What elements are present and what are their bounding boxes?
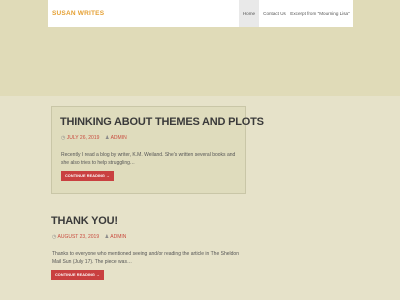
nav-item-contact[interactable]: Contact Us — [261, 0, 288, 27]
continue-reading-button[interactable]: CONTINUE READING → — [61, 171, 114, 181]
clock-icon: ◷ — [52, 234, 57, 240]
post-meta: ◷ AUGUST 23, 2019 ♟ ADMIN — [52, 234, 126, 240]
post-date[interactable]: AUGUST 23, 2019 — [58, 234, 100, 240]
post-author[interactable]: ADMIN — [110, 234, 126, 240]
post-meta: ◷ JULY 26, 2019 ♟ ADMIN — [61, 135, 127, 141]
nav-item-excerpt[interactable]: Excerpt from "Mourning Lisa" — [289, 0, 351, 27]
continue-reading-button[interactable]: CONTINUE READING → — [51, 270, 104, 280]
post-title[interactable]: THANK YOU! — [51, 215, 118, 227]
top-navbar: SUSAN WRITES Home Contact Us Excerpt fro… — [48, 0, 353, 27]
post-excerpt: Thanks to everyone who mentioned seeing … — [52, 251, 239, 265]
clock-icon: ◷ — [61, 135, 66, 141]
post-card: THINKING ABOUT THEMES AND PLOTS ◷ JULY 2… — [51, 106, 264, 194]
post-excerpt: Recently I read a blog by writer, K.M. W… — [61, 152, 236, 166]
post-title[interactable]: THINKING ABOUT THEMES AND PLOTS — [60, 116, 264, 128]
user-icon: ♟ — [104, 234, 110, 240]
post-date[interactable]: JULY 26, 2019 — [67, 135, 100, 141]
post-author[interactable]: ADMIN — [111, 135, 127, 141]
user-icon: ♟ — [104, 135, 110, 141]
nav-item-home[interactable]: Home — [239, 0, 259, 27]
post-card: THANK YOU! ◷ AUGUST 23, 2019 ♟ ADMIN Tha… — [51, 211, 251, 291]
site-brand[interactable]: SUSAN WRITES — [52, 10, 104, 17]
